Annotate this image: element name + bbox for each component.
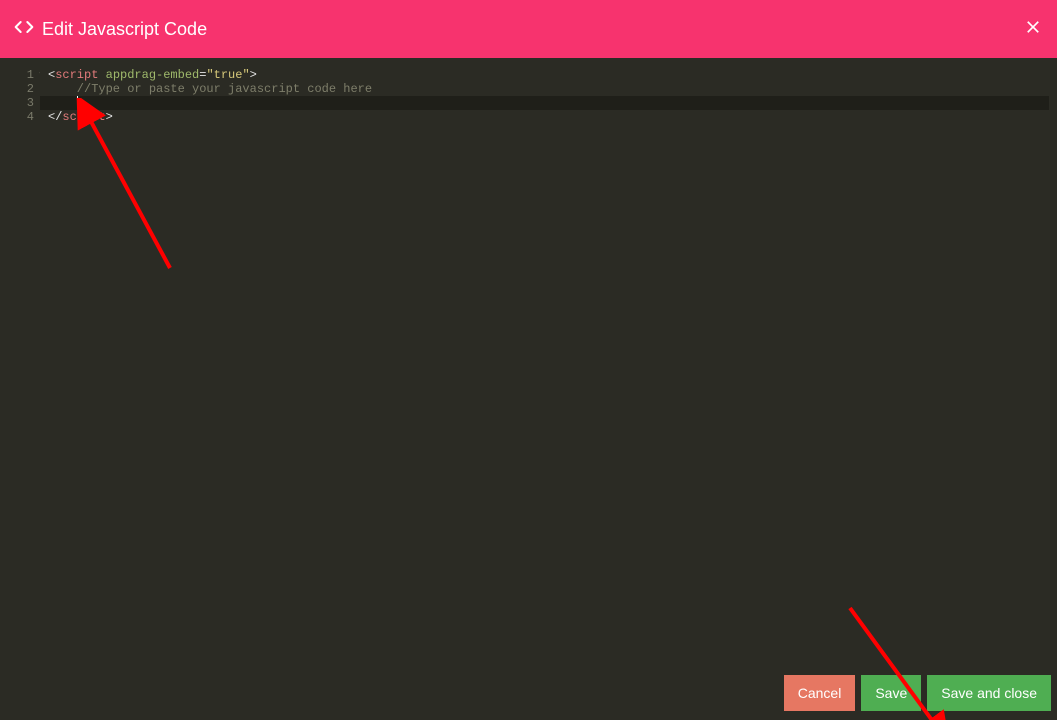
line-number: 2: [8, 82, 34, 96]
save-and-close-button[interactable]: Save and close: [927, 675, 1051, 711]
header-left: Edit Javascript Code: [14, 17, 207, 42]
modal-title: Edit Javascript Code: [42, 19, 207, 40]
line-gutter: 1▾ 2 3 4: [8, 66, 40, 672]
line-number: 3: [8, 96, 34, 110]
code-line[interactable]: <script appdrag-embed="true">: [40, 68, 1049, 82]
code-line[interactable]: </script>: [40, 110, 1049, 124]
text-cursor: [77, 96, 78, 108]
line-number: 4: [8, 110, 34, 124]
modal-footer: Cancel Save Save and close: [0, 672, 1057, 720]
close-icon[interactable]: [1023, 17, 1043, 42]
save-button[interactable]: Save: [861, 675, 921, 711]
modal-header: Edit Javascript Code: [0, 0, 1057, 58]
code-content[interactable]: <script appdrag-embed="true"> //Type or …: [40, 66, 1049, 672]
code-icon: [14, 17, 34, 42]
editor-area: 1▾ 2 3 4 <script appdrag-embed="true"> /…: [0, 58, 1057, 672]
line-number: 1▾: [8, 68, 34, 82]
code-line[interactable]: //Type or paste your javascript code her…: [40, 82, 1049, 96]
active-line-highlight: [40, 96, 1049, 110]
edit-javascript-modal: Edit Javascript Code 1▾ 2 3 4 <script ap…: [0, 0, 1057, 720]
cancel-button[interactable]: Cancel: [784, 675, 856, 711]
code-editor[interactable]: 1▾ 2 3 4 <script appdrag-embed="true"> /…: [8, 66, 1049, 672]
